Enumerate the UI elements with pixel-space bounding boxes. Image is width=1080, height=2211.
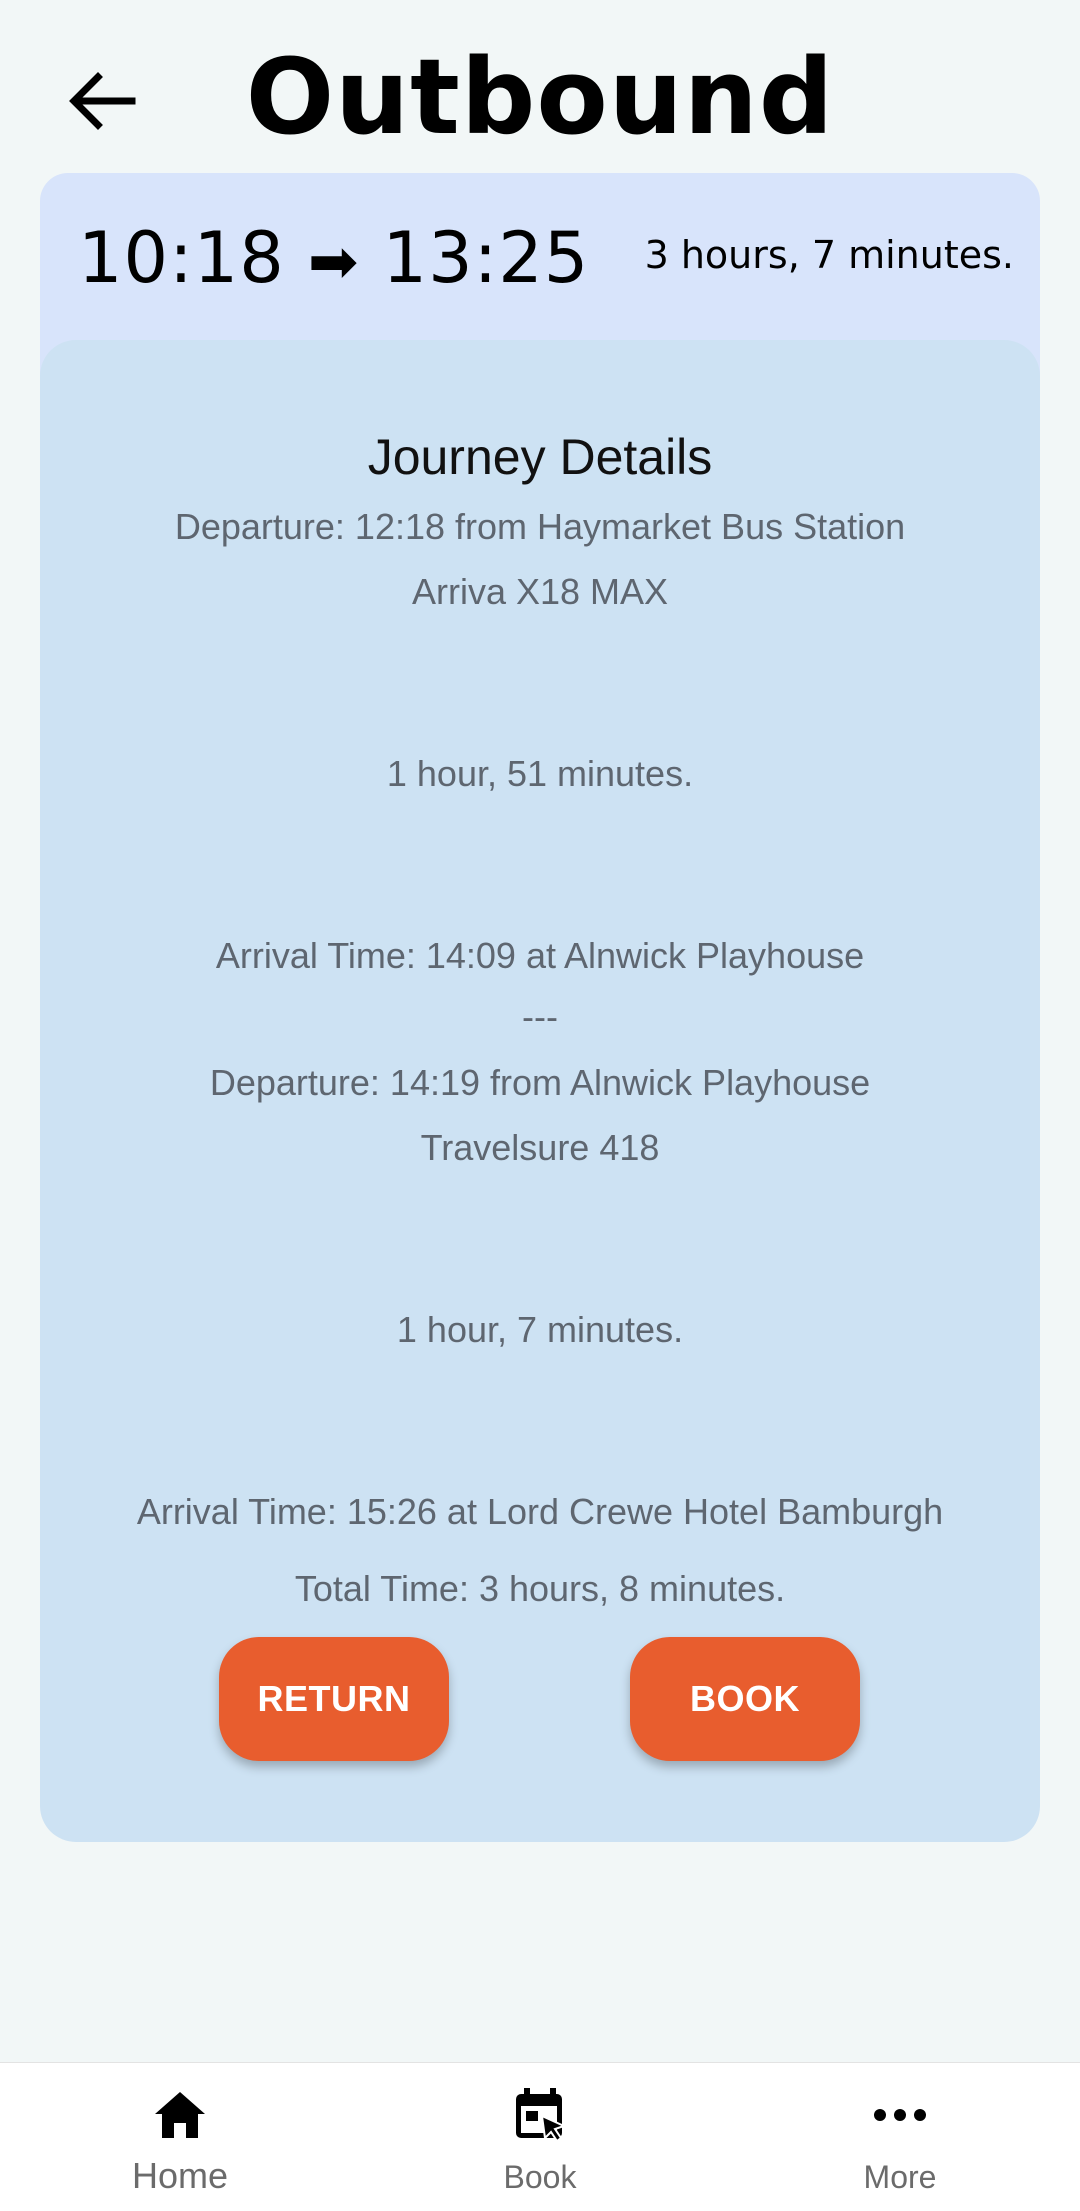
app-header: Outbound bbox=[0, 0, 1080, 170]
leg-2-arrival: Arrival Time: 15:26 at Lord Crewe Hotel … bbox=[136, 1491, 944, 1532]
leg-1-arrival: Arrival Time: 14:09 at Alnwick Playhouse bbox=[215, 935, 865, 976]
calendar-book-icon bbox=[516, 2088, 567, 2143]
return-button[interactable]: RETURN bbox=[219, 1637, 449, 1761]
nav-label-book: Book bbox=[503, 2159, 577, 2195]
leg-2-departure: Departure: 14:19 from Alnwick Playhouse bbox=[209, 1062, 871, 1103]
nav-label-home: Home bbox=[131, 2155, 229, 2196]
bottom-nav: Home Book More bbox=[0, 2062, 1080, 2211]
summary-duration: 3 hours, 7 minutes. bbox=[644, 233, 1014, 277]
journey-details-card: Journey Details Departure: 12:18 from Ha… bbox=[40, 340, 1040, 1842]
depart-time: 10:18 bbox=[78, 217, 285, 299]
details-title: Journey Details bbox=[367, 429, 713, 485]
nav-item-more[interactable]: More bbox=[720, 2063, 1080, 2211]
leg-separator: --- bbox=[522, 996, 558, 1037]
nav-item-home[interactable]: Home bbox=[0, 2063, 360, 2211]
page-title: Outbound bbox=[245, 36, 835, 158]
leg-1-departure: Departure: 12:18 from Haymarket Bus Stat… bbox=[174, 506, 906, 547]
summary-times: 10:18 ➡ 13:25 bbox=[78, 217, 589, 299]
leg-2-duration: 1 hour, 7 minutes. bbox=[396, 1309, 684, 1350]
arrow-right-icon: ➡ bbox=[308, 227, 360, 297]
leg-1-duration: 1 hour, 51 minutes. bbox=[386, 753, 694, 794]
leg-2-service: Travelsure 418 bbox=[420, 1127, 660, 1168]
total-time: Total Time: 3 hours, 8 minutes. bbox=[294, 1568, 786, 1609]
nav-item-book[interactable]: Book bbox=[360, 2063, 720, 2211]
book-button[interactable]: BOOK bbox=[630, 1637, 860, 1761]
nav-label-more: More bbox=[863, 2159, 937, 2195]
leg-1-service: Arriva X18 MAX bbox=[411, 571, 669, 612]
more-dots-icon bbox=[874, 2109, 926, 2121]
home-icon bbox=[155, 2092, 205, 2138]
arrive-time: 13:25 bbox=[382, 217, 590, 299]
